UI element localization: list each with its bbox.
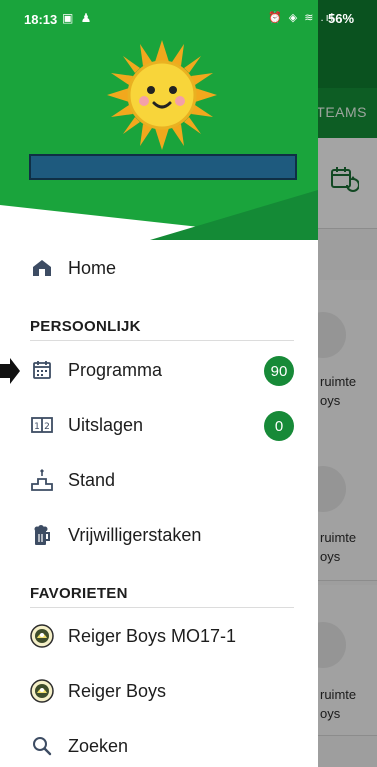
menu-item-label: Vrijwilligerstaken (68, 524, 202, 545)
drawer-header (0, 0, 318, 240)
search-icon (30, 734, 54, 758)
notification-icons: ▣ ♟ (62, 11, 94, 25)
favorite-item-reiger-boys-mo17-1[interactable]: Reiger Boys MO17-1 (30, 616, 294, 656)
calendar-icon (30, 358, 54, 382)
favorite-item-reiger-boys[interactable]: Reiger Boys (30, 671, 294, 711)
redacted-user-name (29, 154, 297, 180)
divider (30, 607, 294, 608)
club-logo-icon (30, 624, 54, 648)
pointer-arrow-icon (0, 358, 20, 384)
battery-level: 56% (328, 11, 355, 26)
divider (30, 340, 294, 341)
menu-item-label: Reiger Boys (68, 680, 167, 701)
club-logo-icon (30, 679, 54, 703)
menu-item-label: Programma (68, 359, 163, 380)
beer-mug-icon (30, 523, 54, 547)
menu-item-uitslagen[interactable]: 12 Uitslagen 0 (30, 405, 294, 445)
svg-text:2: 2 (44, 422, 50, 432)
svg-text:1: 1 (34, 422, 40, 432)
menu-item-label: Reiger Boys MO17-1 (68, 625, 237, 646)
menu-item-label: Zoeken (68, 735, 129, 756)
section-title-personal: PERSOONLIJK (30, 318, 141, 335)
home-icon (30, 256, 54, 280)
menu-item-label: Home (68, 257, 117, 278)
menu-item-zoeken[interactable]: Zoeken (30, 726, 294, 766)
status-bar: 18:13 ▣ ♟ ⏰ ◈ ≋ .ıl 56% (0, 0, 377, 36)
scoreboard-icon: 12 (30, 413, 54, 437)
podium-icon (30, 468, 54, 492)
system-icons: ⏰ ◈ ≋ .ıl (268, 12, 336, 24)
sun-mascot-logo (107, 40, 217, 150)
menu-item-label: Stand (68, 469, 116, 490)
menu-item-vrijwilligerstaken[interactable]: Vrijwilligerstaken (30, 515, 294, 555)
menu-item-home[interactable]: Home (30, 248, 294, 288)
navigation-drawer: Home PERSOONLIJK Programma 90 12 Uitslag… (0, 0, 318, 767)
count-badge: 0 (264, 411, 294, 441)
status-time: 18:13 (24, 12, 58, 27)
menu-item-stand[interactable]: Stand (30, 460, 294, 500)
count-badge: 90 (264, 356, 294, 386)
section-title-favorites: FAVORIETEN (30, 585, 128, 602)
menu-item-label: Uitslagen (68, 414, 144, 435)
menu-item-programma[interactable]: Programma 90 (30, 350, 294, 390)
